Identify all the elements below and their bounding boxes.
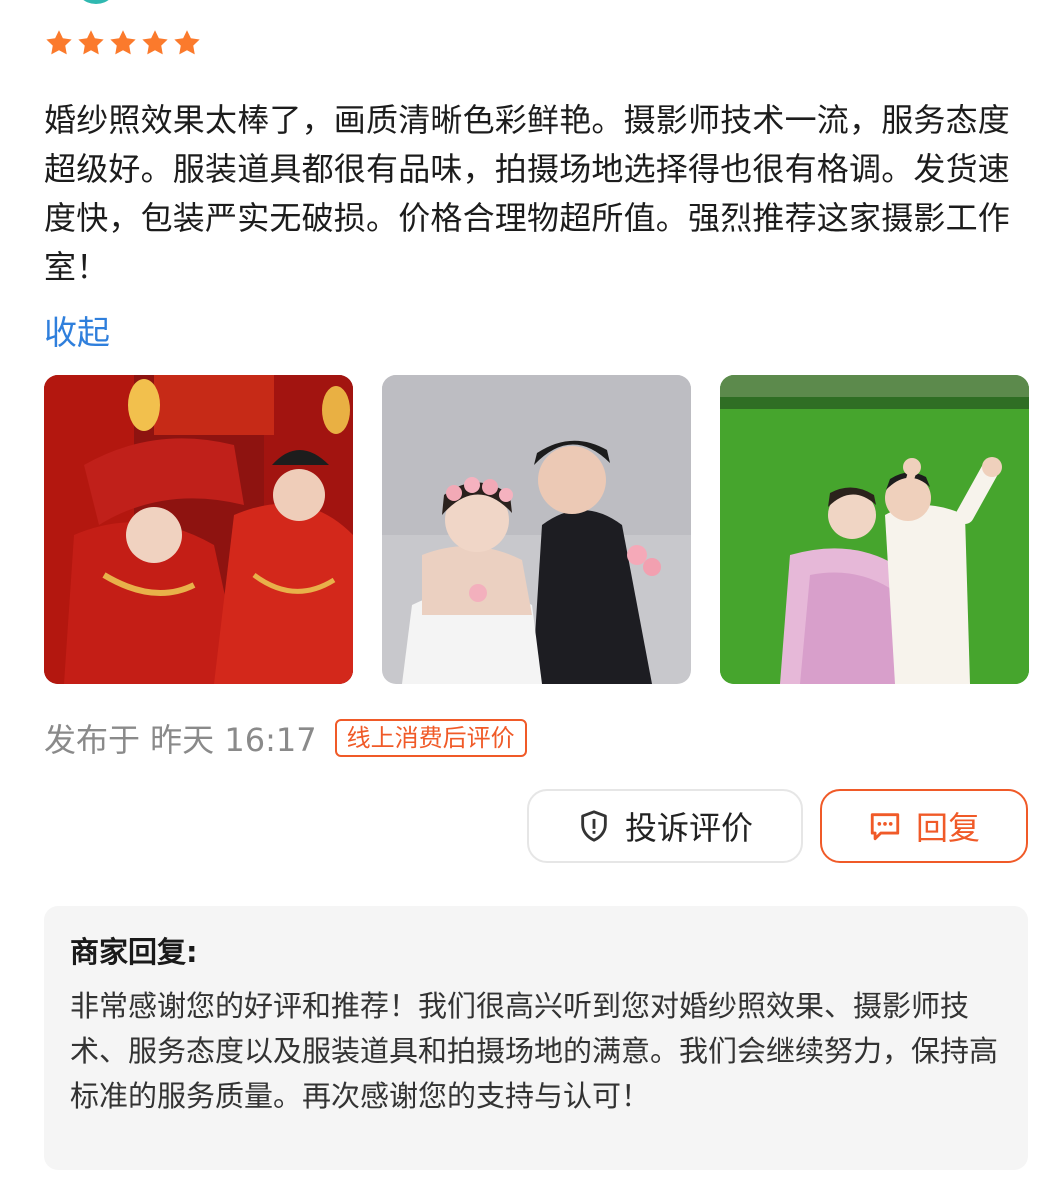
star-icon xyxy=(78,30,104,55)
photo-gallery xyxy=(44,375,1029,684)
star-rating xyxy=(44,28,202,58)
report-button-label: 投诉评价 xyxy=(624,809,753,847)
star-icon xyxy=(142,30,168,55)
review-text: 婚纱照效果太棒了，画质清晰色彩鲜艳。摄影师技术一流，服务态度超级好。服装道具都很… xyxy=(44,101,1011,286)
photo-thumbnail-2[interactable] xyxy=(382,375,691,684)
chat-bubble-icon xyxy=(870,813,900,841)
star-icon xyxy=(46,30,72,55)
reviewer-avatar[interactable] xyxy=(74,0,118,4)
merchant-reply-label: 商家回复: xyxy=(70,935,198,969)
shield-exclamation-icon xyxy=(581,810,607,842)
online-review-badge: 线上消费后评价 xyxy=(334,719,527,757)
photo-thumbnail-1[interactable] xyxy=(44,375,353,684)
merchant-reply-box: 商家回复: 非常感谢您的好评和推荐！我们很高兴听到您对婚纱照效果、摄影师技术、服… xyxy=(44,906,1028,1170)
review-meta: 发布于 昨天 16:17 线上消费后评价 xyxy=(44,715,527,761)
star-icon xyxy=(174,30,200,55)
photo-thumbnail-3[interactable] xyxy=(720,375,1029,684)
merchant-reply-text: 非常感谢您的好评和推荐！我们很高兴听到您对婚纱照效果、摄影师技术、服务态度以及服… xyxy=(70,989,999,1113)
reply-button-label: 回复 xyxy=(915,809,980,847)
reply-button[interactable]: 回复 xyxy=(820,789,1028,863)
collapse-link[interactable]: 收起 xyxy=(44,306,110,354)
publish-time: 发布于 昨天 16:17 xyxy=(44,721,317,759)
star-icon xyxy=(110,30,136,55)
report-review-button[interactable]: 投诉评价 xyxy=(527,789,803,863)
